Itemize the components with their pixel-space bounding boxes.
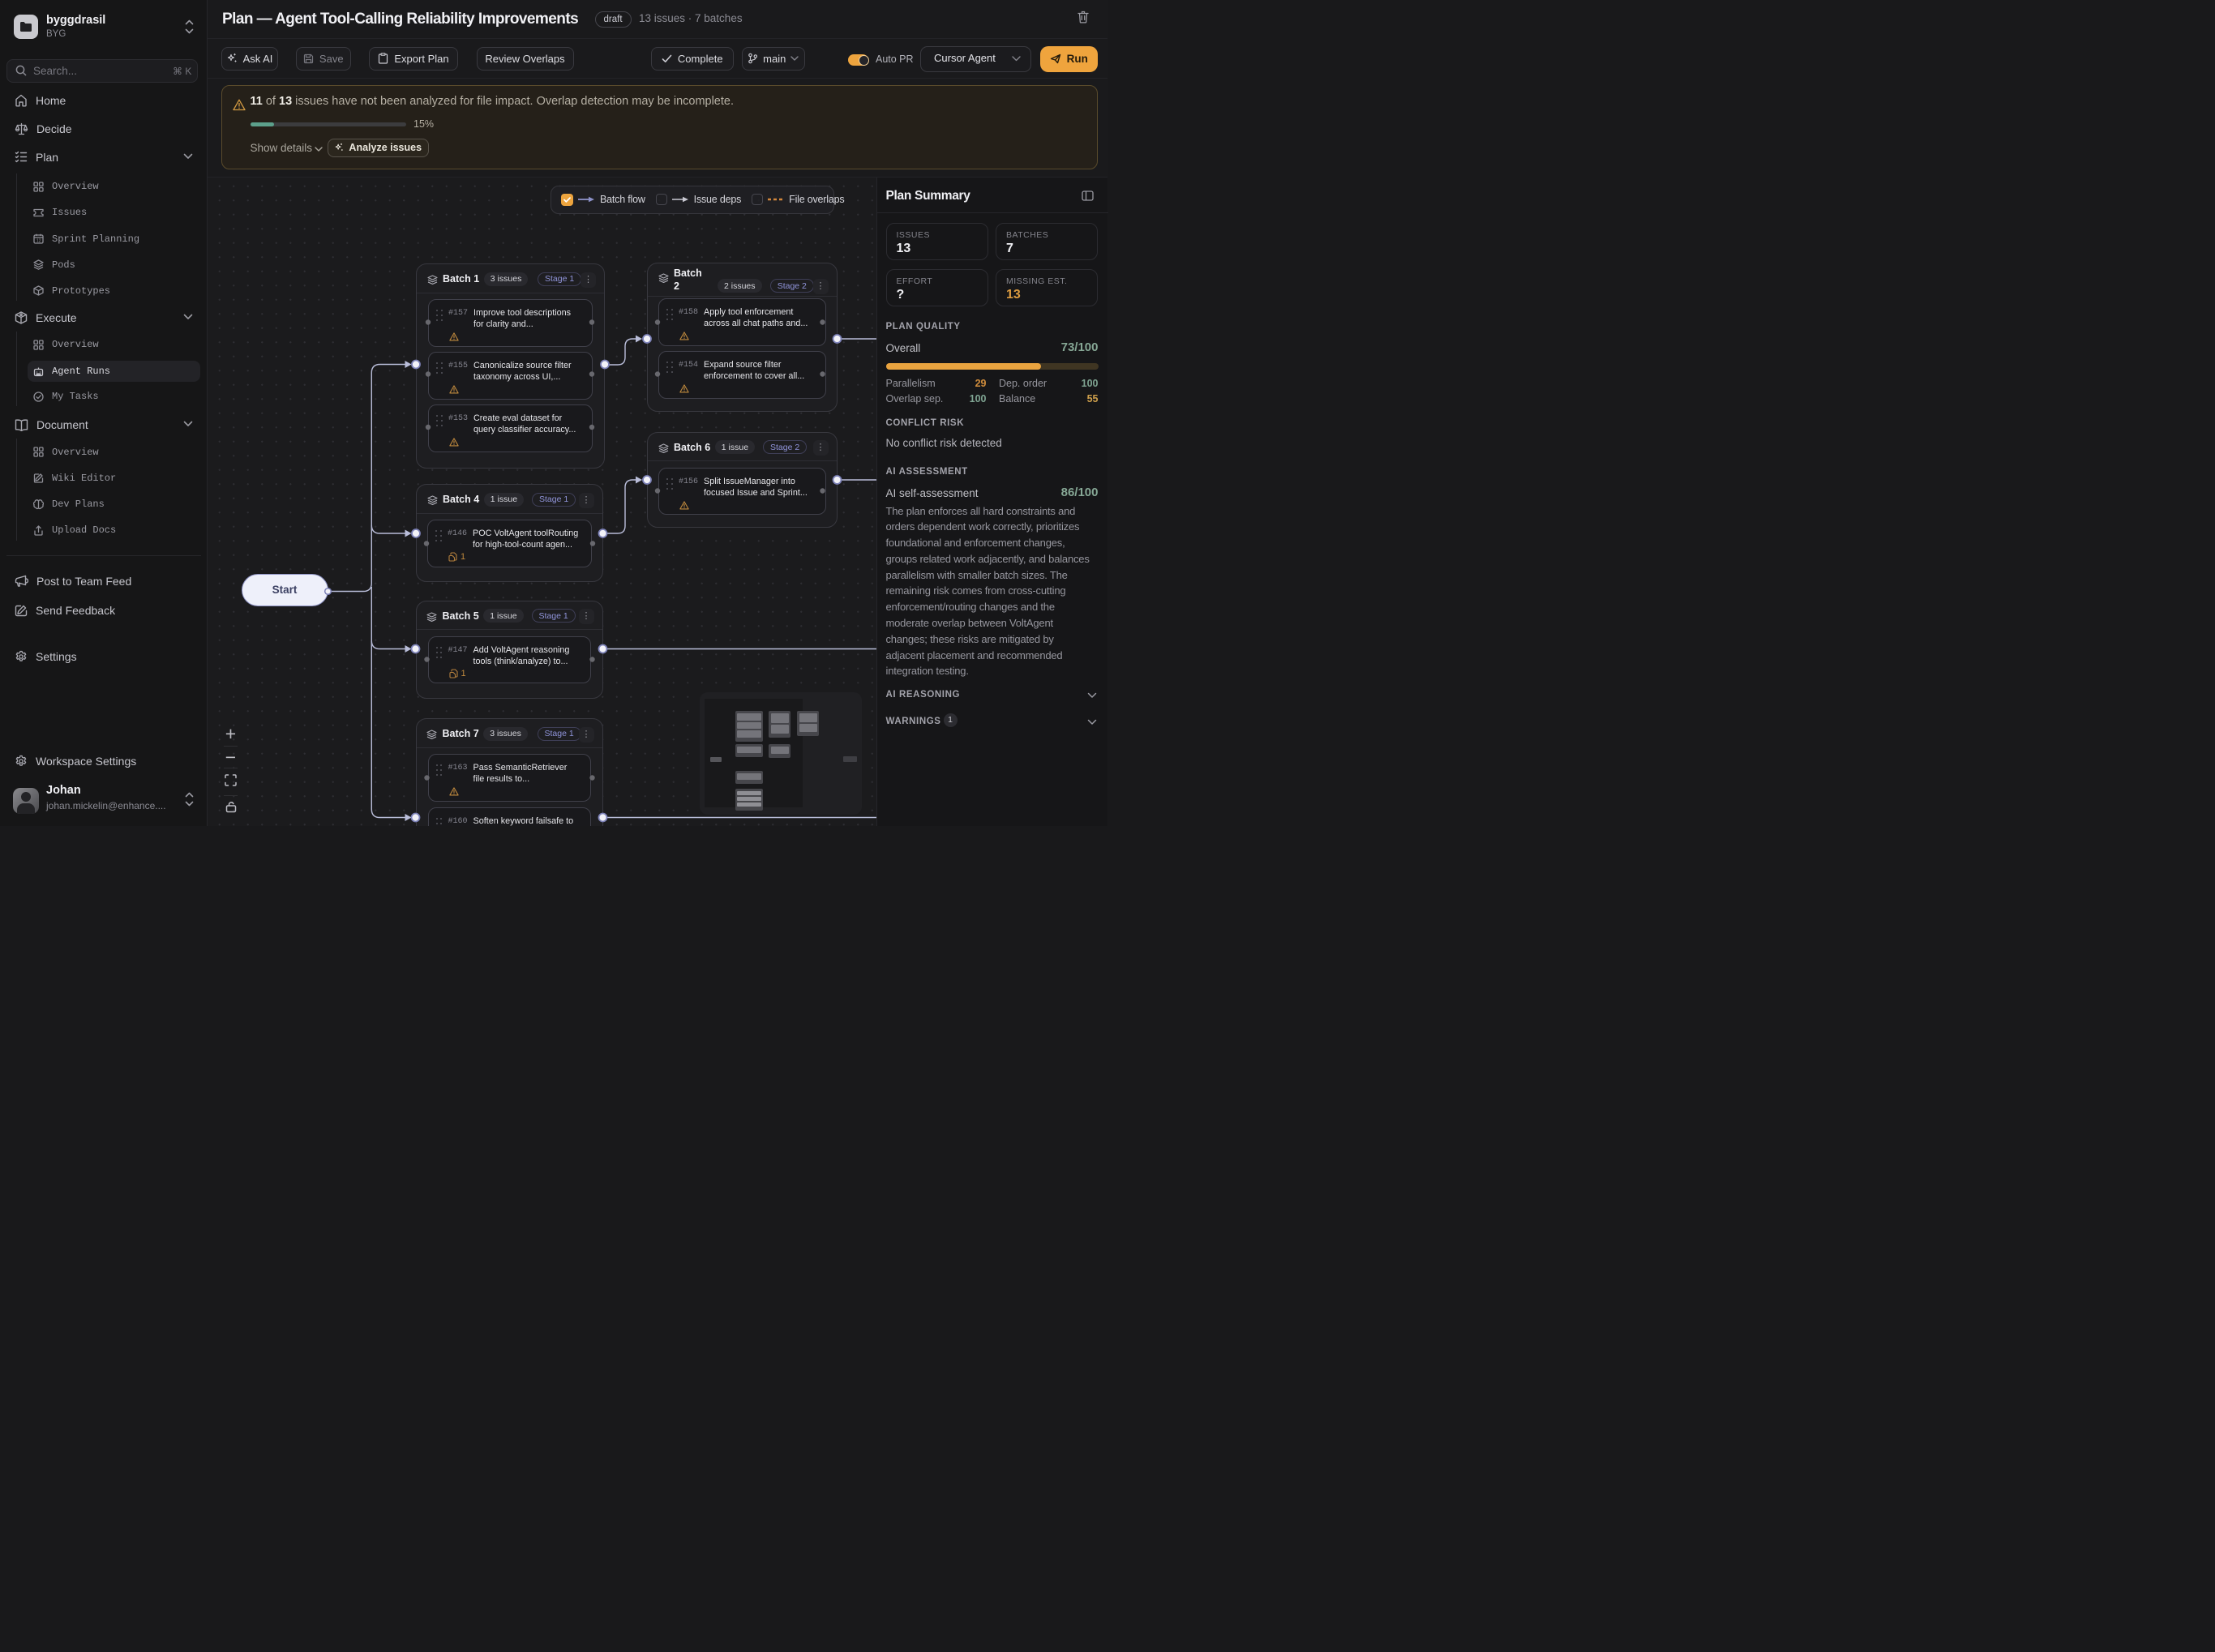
svg-text:12: 12 (36, 239, 41, 244)
